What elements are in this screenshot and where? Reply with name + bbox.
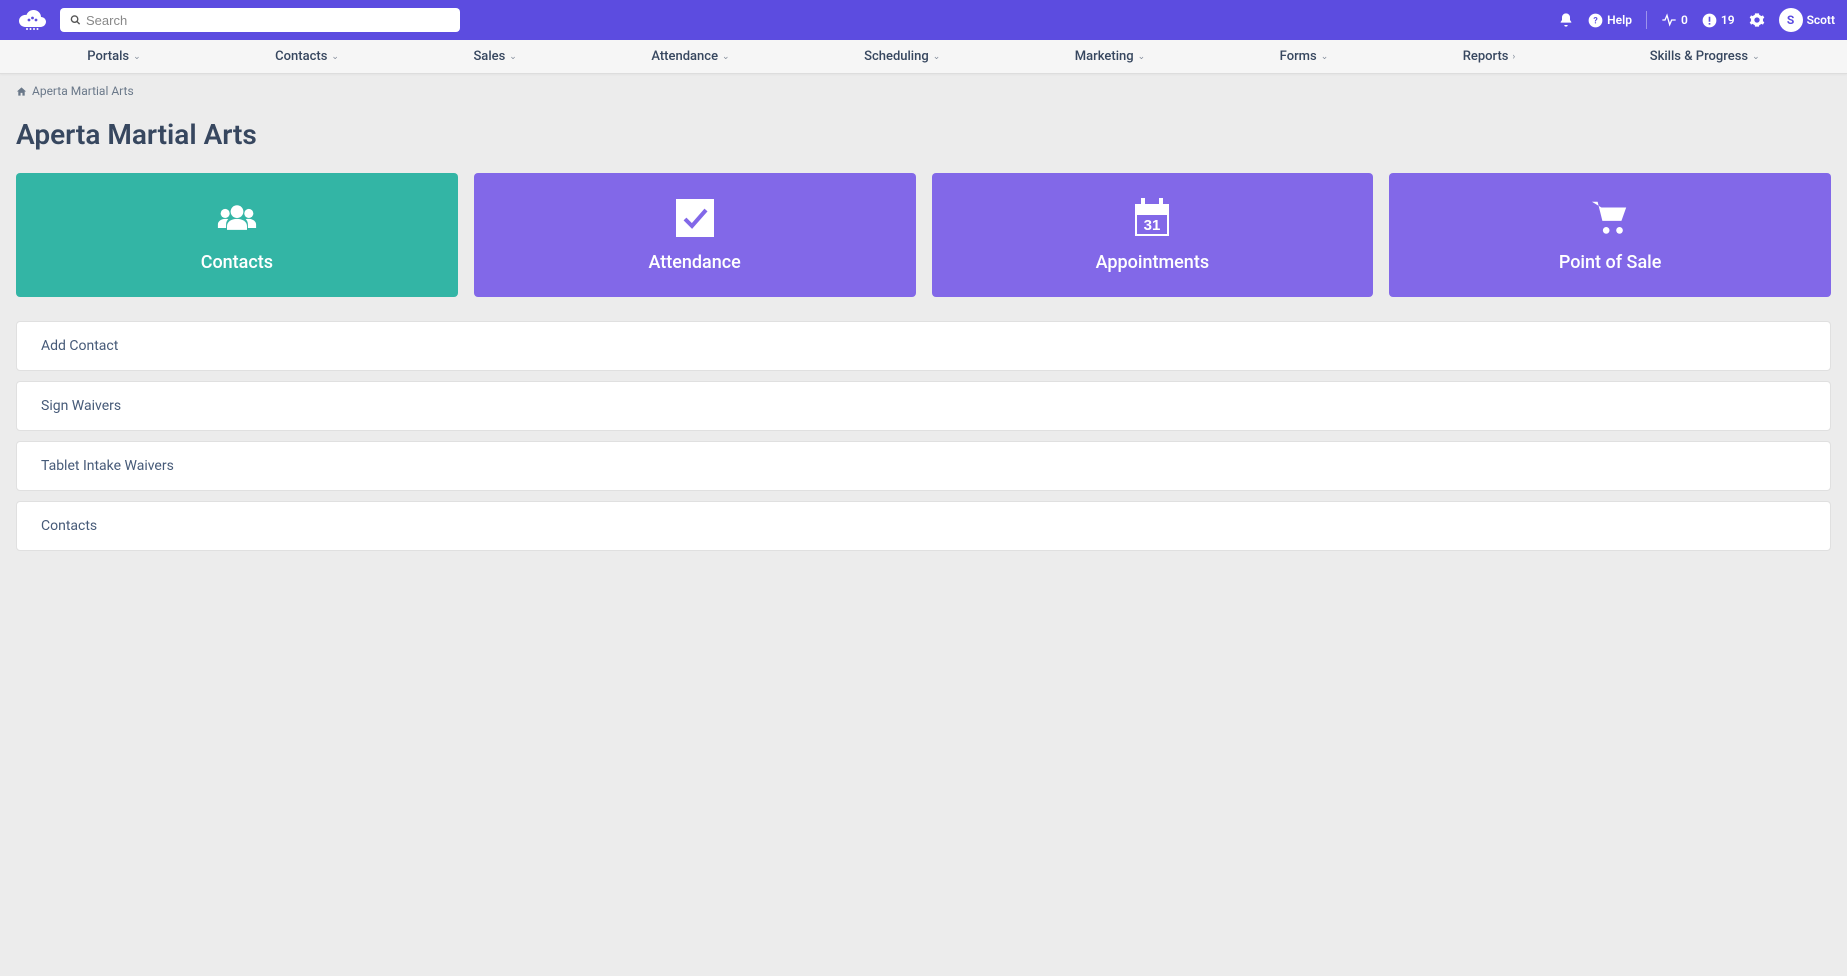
tile-label: Appointments [1096,252,1209,273]
list-item-add-contact[interactable]: Add Contact [16,321,1831,371]
nav-portals[interactable]: Portals ⌄ [87,49,140,64]
settings-button[interactable] [1749,12,1765,28]
nav-reports[interactable]: Reports › [1463,49,1515,64]
nav-label: Skills & Progress [1650,49,1748,64]
cloud-logo-icon [15,7,49,33]
tile-label: Attendance [648,252,740,273]
alert-indicator[interactable]: 19 [1702,13,1735,28]
chevron-down-icon: ⌄ [1752,52,1760,62]
tile-point-of-sale[interactable]: Point of Sale [1389,173,1831,297]
nav-label: Contacts [275,49,327,64]
list-item-sign-waivers[interactable]: Sign Waivers [16,381,1831,431]
nav-label: Portals [87,49,129,64]
chevron-down-icon: ⌄ [933,52,941,62]
help-link[interactable]: ? Help [1588,13,1632,28]
home-icon [16,86,27,97]
svg-text:?: ? [1593,16,1598,26]
gear-icon [1749,12,1765,28]
svg-text:31: 31 [1144,217,1161,234]
alert-icon [1702,13,1717,28]
list-item-label: Tablet Intake Waivers [41,458,174,474]
nav-label: Scheduling [864,49,929,64]
nav-label: Marketing [1075,49,1134,64]
chevron-down-icon: ⌄ [1138,52,1146,62]
user-menu[interactable]: S Scott [1779,8,1835,32]
tile-row: Contacts Attendance 31 [16,173,1831,297]
nav-sales[interactable]: Sales ⌄ [473,49,516,64]
pulse-indicator[interactable]: 0 [1661,13,1688,27]
list-item-label: Contacts [41,518,97,534]
chevron-right-icon: › [1513,52,1516,62]
list-item-contacts[interactable]: Contacts [16,501,1831,551]
breadcrumb-label: Aperta Martial Arts [32,84,134,98]
chevron-down-icon: ⌄ [509,52,517,62]
search-input[interactable] [60,8,460,32]
nav-scheduling[interactable]: Scheduling ⌄ [864,49,940,64]
check-icon [675,198,715,238]
nav-label: Sales [473,49,505,64]
pulse-icon [1661,13,1677,27]
help-label: Help [1607,13,1632,27]
nav-forms[interactable]: Forms ⌄ [1280,49,1329,64]
search-icon [70,15,81,26]
topbar-divider [1646,11,1647,29]
chevron-down-icon: ⌄ [133,52,141,62]
avatar: S [1779,8,1803,32]
tile-label: Contacts [201,252,273,273]
chevron-down-icon: ⌄ [331,52,339,62]
app-logo[interactable] [12,6,52,34]
search-container [60,8,460,32]
chevron-down-icon: ⌄ [1321,52,1329,62]
tile-appointments[interactable]: 31 Appointments [932,173,1374,297]
alert-count: 19 [1721,13,1735,27]
avatar-initial: S [1787,13,1794,27]
bell-icon [1558,12,1574,28]
chevron-down-icon: ⌄ [722,52,730,62]
topbar-right-group: ? Help 0 19 S S [1558,8,1835,32]
breadcrumb[interactable]: Aperta Martial Arts [0,74,1847,104]
pulse-count: 0 [1681,13,1688,27]
calendar-icon: 31 [1132,198,1172,238]
list-item-label: Add Contact [41,338,118,354]
nav-label: Reports [1463,49,1509,64]
tile-contacts[interactable]: Contacts [16,173,458,297]
tile-label: Point of Sale [1559,252,1662,273]
tile-attendance[interactable]: Attendance [474,173,916,297]
list-item-tablet-intake-waivers[interactable]: Tablet Intake Waivers [16,441,1831,491]
nav-skills-progress[interactable]: Skills & Progress ⌄ [1650,49,1760,64]
help-icon: ? [1588,13,1603,28]
nav-marketing[interactable]: Marketing ⌄ [1075,49,1145,64]
nav-contacts[interactable]: Contacts ⌄ [275,49,339,64]
user-name: Scott [1807,13,1835,27]
nav-attendance[interactable]: Attendance ⌄ [651,49,729,64]
list-item-label: Sign Waivers [41,398,121,414]
people-icon [217,198,257,238]
main-nav: Portals ⌄ Contacts ⌄ Sales ⌄ Attendance … [0,40,1847,74]
page-title: Aperta Martial Arts [16,118,1831,151]
cart-icon [1590,198,1630,238]
notifications-bell[interactable] [1558,12,1574,28]
nav-label: Attendance [651,49,718,64]
main-content: Aperta Martial Arts Contacts [0,118,1847,577]
nav-label: Forms [1280,49,1317,64]
top-header-bar: ? Help 0 19 S S [0,0,1847,40]
